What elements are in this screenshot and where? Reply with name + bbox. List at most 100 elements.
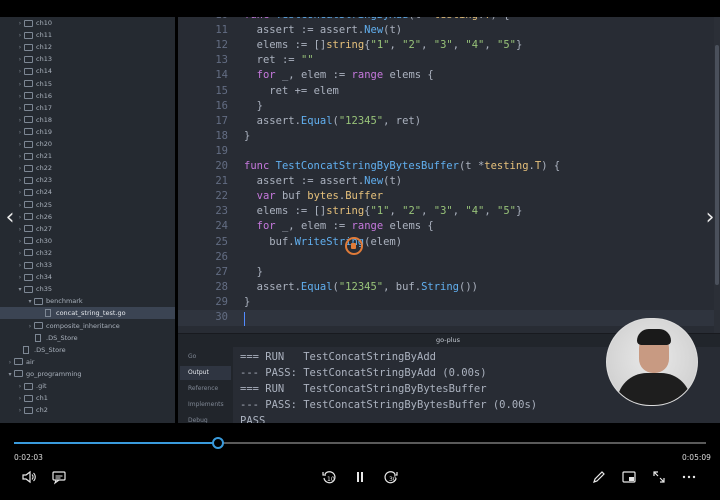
- folder-icon: [24, 273, 33, 281]
- output-line: --- PASS: TestConcatStringByBytesBuffer …: [240, 399, 538, 411]
- code-line[interactable]: }: [244, 100, 263, 112]
- file-tree-file[interactable]: .DS_Store: [0, 344, 175, 356]
- file-tree-folder[interactable]: › ch23: [0, 174, 175, 186]
- file-tree-folder[interactable]: › ch24: [0, 186, 175, 198]
- file-tree-folder[interactable]: › ch30: [0, 235, 175, 247]
- skip-forward-icon[interactable]: 30: [382, 469, 400, 487]
- editor-scrollbar[interactable]: [714, 17, 720, 333]
- panel-tab-output[interactable]: Output: [180, 366, 231, 380]
- file-tree-folder[interactable]: › ch22: [0, 162, 175, 174]
- file-tree-folder[interactable]: › ch27: [0, 223, 175, 235]
- seek-bar-knob[interactable]: [212, 437, 225, 449]
- file-tree-folder[interactable]: › ch16: [0, 90, 175, 102]
- file-tree-label: ch11: [36, 31, 52, 40]
- code-line[interactable]: func TestConcatStringByBytesBuffer(t *te…: [244, 160, 560, 172]
- code-line[interactable]: elems := []string{"1", "2", "3", "4", "5…: [244, 205, 523, 217]
- folder-icon: [24, 188, 33, 196]
- mouse-cursor-icon: [351, 243, 356, 249]
- folder-icon: [24, 382, 33, 390]
- file-tree-folder[interactable]: › ch25: [0, 199, 175, 211]
- folder-icon: [24, 55, 33, 63]
- panel-title: go-plus: [436, 336, 461, 344]
- panel-tab-implements[interactable]: Implements: [180, 398, 231, 412]
- file-tree-folder[interactable]: › ch17: [0, 102, 175, 114]
- file-tree-label: ch18: [36, 115, 52, 124]
- code-editor[interactable]: 10 func TestConcatStringByAdd(t *testing.…: [178, 17, 720, 333]
- code-line[interactable]: ret := "": [244, 54, 314, 66]
- file-tree-folder[interactable]: › ch11: [0, 29, 175, 41]
- panel-tab-reference[interactable]: Reference: [180, 382, 231, 396]
- more-options-icon[interactable]: [680, 469, 698, 487]
- line-number: 19: [215, 144, 228, 157]
- code-line[interactable]: for _, elem := range elems {: [244, 69, 434, 81]
- file-tree-folder[interactable]: › ch33: [0, 259, 175, 271]
- code-line[interactable]: assert.Equal("12345", buf.String()): [244, 281, 478, 293]
- next-arrow-icon[interactable]: ›: [702, 206, 718, 230]
- file-tree-folder[interactable]: › .git: [0, 380, 175, 392]
- code-line[interactable]: func TestConcatStringByAdd(t *testing.T)…: [244, 17, 510, 21]
- file-tree-folder[interactable]: › ch34: [0, 271, 175, 283]
- file-tree-label: ch12: [36, 43, 52, 52]
- file-tree-folder[interactable]: › ch19: [0, 126, 175, 138]
- file-tree-folder[interactable]: › ch13: [0, 53, 175, 65]
- top-bar: [0, 0, 720, 17]
- file-tree-folder[interactable]: › ch14: [0, 65, 175, 77]
- video-player-stage: › ch10 › ch11 › ch12 › ch13 › ch14 › ch15 › ch16 › ch17…: [0, 0, 720, 500]
- code-line[interactable]: assert := assert.New(t): [244, 24, 402, 36]
- file-tree-folder[interactable]: › ch32: [0, 247, 175, 259]
- fullscreen-icon[interactable]: [650, 469, 668, 487]
- miniplayer-icon[interactable]: [620, 469, 638, 487]
- file-tree-file[interactable]: .DS_Store: [0, 332, 175, 344]
- file-tree-file[interactable]: concat_string_test.go: [0, 307, 175, 320]
- code-line[interactable]: assert := assert.New(t): [244, 175, 402, 187]
- line-number: 30: [215, 311, 228, 323]
- output-line: === RUN TestConcatStringByBytesBuffer: [240, 383, 487, 395]
- file-tree-label: composite_inheritance: [46, 321, 120, 330]
- file-tree-folder[interactable]: › ch20: [0, 138, 175, 150]
- line-number: 18: [215, 129, 228, 142]
- code-line[interactable]: ret += elem: [244, 85, 339, 97]
- file-tree-folder[interactable]: › ch18: [0, 114, 175, 126]
- file-tree-folder[interactable]: ▾ ch35: [0, 283, 175, 295]
- code-line[interactable]: }: [244, 266, 263, 278]
- editor-scrollbar-thumb[interactable]: [715, 45, 719, 285]
- folder-icon: [24, 80, 33, 87]
- volume-icon[interactable]: [20, 469, 38, 487]
- panel-tab-go[interactable]: Go: [180, 350, 231, 364]
- code-line[interactable]: buf.WriteString(elem): [244, 236, 402, 248]
- previous-arrow-icon[interactable]: ‹: [2, 206, 18, 230]
- file-tree-label: ch24: [36, 188, 52, 197]
- file-tree-folder[interactable]: › ch1: [0, 392, 175, 404]
- file-tree-folder[interactable]: › ch15: [0, 78, 175, 90]
- code-line[interactable]: assert.Equal("12345", ret): [244, 115, 421, 127]
- file-tree-label: ch25: [36, 200, 52, 209]
- file-tree-label: ch13: [36, 55, 52, 64]
- file-tree-folder[interactable]: › ch10: [0, 17, 175, 29]
- file-tree-folder[interactable]: ▾ benchmark: [0, 295, 175, 307]
- pause-icon[interactable]: [351, 469, 369, 487]
- skip-forward-label: 30: [389, 476, 397, 483]
- file-tree-folder[interactable]: › ch2: [0, 404, 175, 416]
- file-tree-label: ch32: [36, 248, 52, 257]
- file-tree-folder[interactable]: › composite_inheritance: [0, 320, 175, 332]
- file-tree-label: ch22: [36, 164, 52, 173]
- folder-icon: [24, 261, 33, 269]
- file-tree-label: .DS_Store: [34, 345, 66, 354]
- folder-icon: [14, 370, 23, 378]
- file-tree-folder[interactable]: ▾ go_programming: [0, 368, 175, 380]
- edit-pen-icon[interactable]: [590, 469, 608, 487]
- file-tree-folder[interactable]: › ch21: [0, 150, 175, 162]
- code-line[interactable]: for _, elem := range elems {: [244, 220, 434, 232]
- code-line[interactable]: }: [244, 296, 250, 308]
- code-line[interactable]: var buf bytes.Buffer: [244, 190, 383, 202]
- file-tree-folder[interactable]: › ch26: [0, 211, 175, 223]
- chevron-right-icon: ›: [18, 407, 22, 415]
- captions-icon[interactable]: [50, 469, 68, 487]
- skip-back-icon[interactable]: 10: [320, 469, 338, 487]
- line-number: 16: [215, 99, 228, 112]
- line-number: 21: [215, 175, 228, 188]
- file-tree-folder[interactable]: › ch12: [0, 41, 175, 53]
- code-line[interactable]: }: [244, 130, 250, 142]
- file-tree-folder[interactable]: › air: [0, 356, 175, 368]
- code-line[interactable]: elems := []string{"1", "2", "3", "4", "5…: [244, 39, 523, 51]
